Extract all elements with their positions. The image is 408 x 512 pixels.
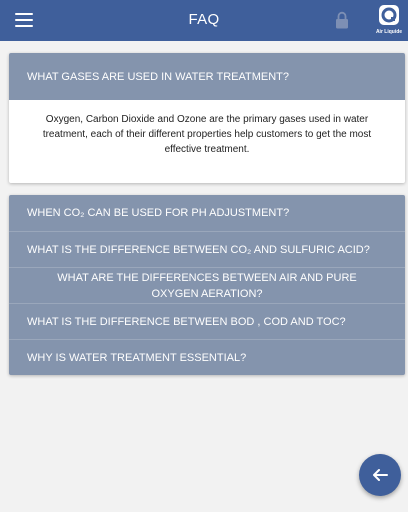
logo-text: Air Liquide xyxy=(375,29,403,35)
lock-icon xyxy=(336,11,348,29)
air-liquide-logo: Air Liquide xyxy=(372,3,406,39)
faq-question-expanded[interactable]: WHAT GASES ARE USED IN WATER TREATMENT? xyxy=(9,53,405,100)
faq-item[interactable]: WHAT IS THE DIFFERENCE BETWEEN CO₂ AND S… xyxy=(9,231,405,267)
faq-item[interactable]: WHAT ARE THE DIFFERENCES BETWEEN AIR AND… xyxy=(9,267,405,303)
faq-answer: Oxygen, Carbon Dioxide and Ozone are the… xyxy=(42,114,372,155)
logo-icon xyxy=(379,5,399,25)
faq-item[interactable]: WHAT IS THE DIFFERENCE BETWEEN BOD , COD… xyxy=(9,303,405,339)
faq-item[interactable]: WHY IS WATER TREATMENT ESSENTIAL? xyxy=(9,339,405,375)
app-bar: FAQ Air Liquide xyxy=(0,0,408,41)
faq-card-expanded: WHAT GASES ARE USED IN WATER TREATMENT? … xyxy=(9,53,405,183)
faq-list: WHEN CO₂ CAN BE USED FOR PH ADJUSTMENT? … xyxy=(9,195,405,375)
back-fab-button[interactable] xyxy=(359,454,401,496)
arrow-left-icon xyxy=(373,469,388,481)
faq-item[interactable]: WHEN CO₂ CAN BE USED FOR PH ADJUSTMENT? xyxy=(9,195,405,231)
